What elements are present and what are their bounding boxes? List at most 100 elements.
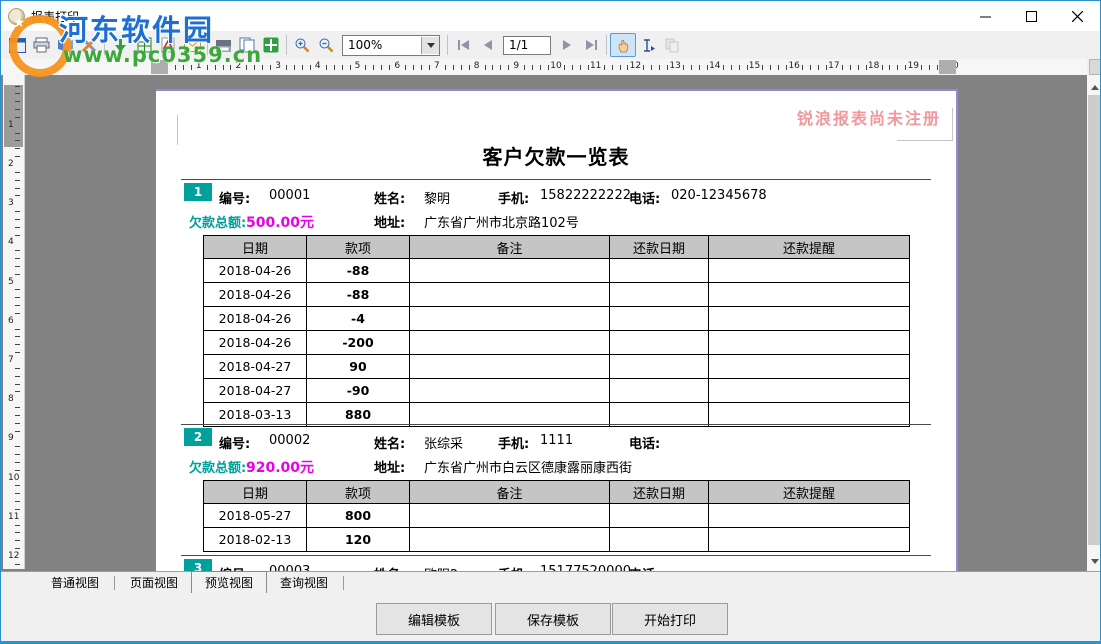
empty-cell [610,307,709,331]
open-file-icon[interactable] [53,34,77,56]
fit-page-icon[interactable] [259,34,283,56]
ruler-number: 2 [8,159,14,169]
ruler-tick [778,65,779,70]
empty-cell [410,379,610,403]
ruler-tick [15,258,20,259]
ruler-tick [15,329,20,330]
print-icon[interactable] [29,34,53,56]
ruler-tick [15,180,20,181]
debt-table-header: 还款提醒 [709,236,910,259]
field-label-mobile: 手机: [498,433,529,452]
record-index-badge: 2 [184,428,212,446]
minimize-button[interactable] [962,1,1008,31]
close-preview-icon[interactable] [5,34,29,56]
ruler-number: 15 [749,61,760,71]
ruler-tick [15,188,20,189]
zoom-level-value: 100% [343,38,421,52]
chevron-down-icon[interactable] [421,37,439,54]
field-label-address: 地址: [374,212,405,231]
zoom-out-icon[interactable] [314,34,338,56]
print-direct-icon[interactable] [211,34,235,56]
tab-页面视图[interactable]: 页面视图 [117,572,191,593]
field-value-name: 欧阳2 [424,564,458,571]
ruler-tick [270,65,271,70]
debt-table-header: 还款日期 [610,236,709,259]
date-cell: 2018-02-13 [204,528,307,552]
action-button-2[interactable]: 保存模板 [495,603,611,635]
ruler-tick [15,540,20,541]
next-page-icon[interactable] [555,34,579,56]
close-button[interactable] [1054,1,1100,31]
ruler-tick [421,65,422,70]
text-select-icon[interactable] [636,34,660,56]
field-value-mobile: 1111 [540,433,573,448]
print-setup-icon[interactable] [77,34,101,56]
zoom-level-select[interactable]: 100% [342,35,440,56]
debt-table-header: 备注 [410,236,610,259]
debt-table: 日期款项备注还款日期还款提醒2018-04-26-882018-04-26-88… [203,235,910,427]
ruler-tick [15,297,20,298]
vertical-scrollbar[interactable] [1087,75,1101,571]
table-row: 2018-05-27800 [204,504,910,528]
field-label-total: 欠款总额: [189,212,246,231]
ruler-tick [643,65,644,70]
debt-table-header: 还款日期 [610,481,709,504]
toolbar: 100% 1/1 [1,31,1100,59]
send-email-icon[interactable] [180,34,204,56]
debt-table-header: 还款提醒 [709,481,910,504]
ruler-tick [262,65,263,70]
app-icon [8,8,25,25]
action-button-3[interactable]: 开始打印 [612,603,728,635]
ruler-tick [604,65,605,70]
ruler-tick [485,65,486,70]
field-label-id: 编号: [219,188,250,207]
record-divider [181,424,931,425]
ruler-tick [15,227,20,228]
ruler-number: 1 [8,120,14,130]
amount-cell: 90 [307,355,410,379]
ruler-tick [389,65,390,70]
record-divider [181,179,931,180]
tab-普通视图[interactable]: 普通视图 [38,572,112,593]
tab-查询视图[interactable]: 查询视图 [267,572,341,593]
scroll-down-icon[interactable] [1087,553,1101,569]
ruler-tick [302,65,303,70]
tab-预览视图[interactable]: 预览视图 [191,571,267,594]
ruler-tick [659,65,660,70]
hand-tool-icon[interactable] [610,33,636,57]
ruler-tick [15,274,20,275]
maximize-button[interactable] [1008,1,1054,31]
export-file-icon[interactable] [108,34,132,56]
ruler-tick [620,65,621,70]
ruler-tick [699,65,700,70]
empty-cell [410,331,610,355]
scroll-up-icon[interactable] [1087,79,1101,95]
scrollbar-thumb[interactable] [1088,95,1101,545]
ruler-number: 8 [474,61,480,71]
first-page-icon[interactable] [451,34,475,56]
page-layout-icon[interactable] [235,34,259,56]
field-label-phone: 电话: [629,188,660,207]
export-pdf-icon[interactable] [156,34,180,56]
tab-separator [343,576,344,590]
last-page-icon[interactable] [579,34,603,56]
zoom-in-icon[interactable] [290,34,314,56]
date-cell: 2018-05-27 [204,504,307,528]
ruler-number: 11 [8,512,19,522]
ruler-tick [15,485,20,486]
empty-cell [610,504,709,528]
debt-table-header: 日期 [204,236,307,259]
ruler-tick [191,65,192,70]
title-bar: 报表打印 [1,1,1100,31]
empty-cell [709,504,910,528]
page-number-input[interactable]: 1/1 [503,36,551,55]
empty-cell [610,403,709,427]
ruler-tick [739,65,740,70]
ruler-tick [15,415,20,416]
action-button-1[interactable]: 编辑模板 [376,603,492,635]
ruler-tick [175,65,176,70]
export-excel-icon[interactable] [132,34,156,56]
field-label-name: 姓名: [374,433,405,452]
window-title: 报表打印 [31,8,79,25]
prev-page-icon[interactable] [475,34,499,56]
